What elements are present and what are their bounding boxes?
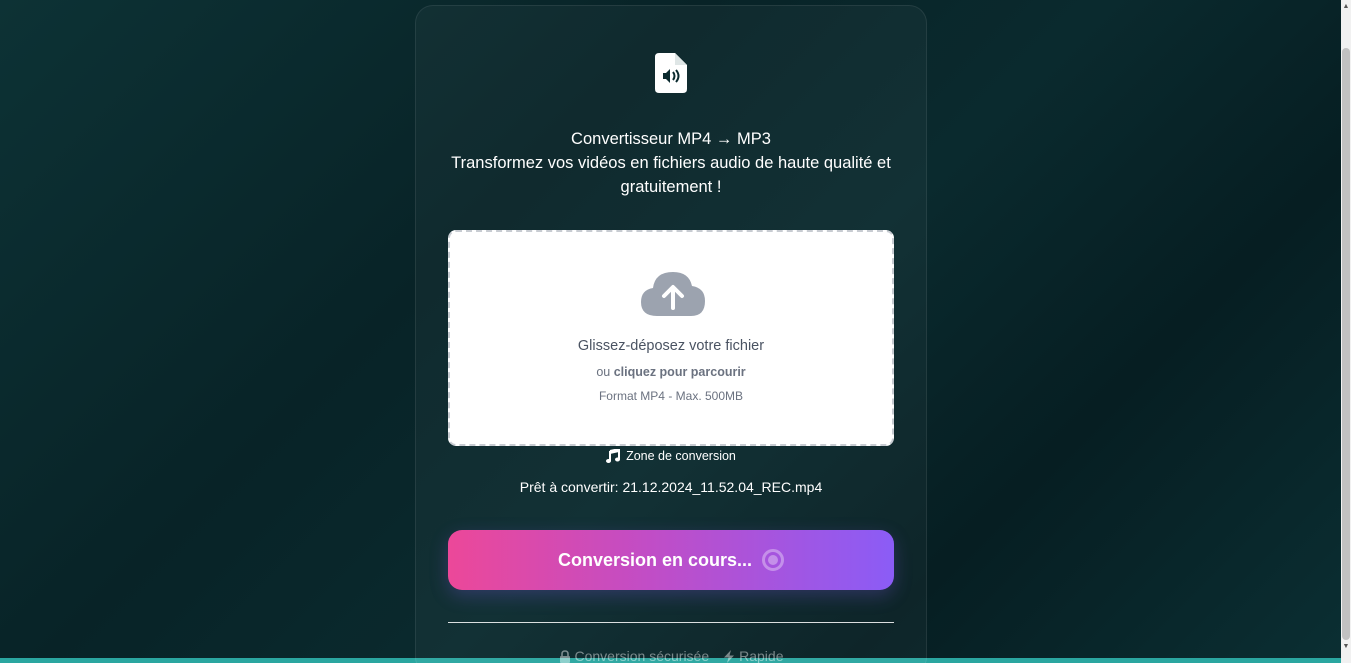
- page-scrollbar[interactable]: ▲ ▼: [1341, 0, 1351, 663]
- bolt-icon: [724, 649, 735, 663]
- convert-button-label: Conversion en cours...: [557, 549, 753, 570]
- subtitle-text: Transformez vos vidéos en fichiers audio…: [451, 154, 891, 196]
- zone-label: Zone de conversion: [416, 449, 926, 463]
- zone-label-text: Zone de conversion: [626, 449, 736, 463]
- lock-icon: [559, 649, 570, 663]
- divider: [448, 622, 894, 623]
- feature-secure: Conversion sécurisée: [559, 648, 710, 663]
- music-note-icon: [606, 449, 621, 463]
- dropzone-or-text: ou: [596, 365, 611, 379]
- features-row: Conversion sécurisée Rapide: [416, 648, 926, 663]
- spinner-icon: [762, 549, 785, 571]
- dropzone-instruction: Glissez-déposez votre fichier: [577, 338, 765, 354]
- scroll-down-arrow-icon[interactable]: ▼: [1342, 643, 1350, 651]
- feature-fast: Rapide: [723, 648, 784, 663]
- file-dropzone[interactable]: Glissez-déposez votre fichier ou cliquez…: [448, 230, 894, 446]
- feature-fast-label: Rapide: [739, 648, 784, 663]
- convert-button[interactable]: Conversion en cours...: [448, 530, 894, 590]
- cloud-upload-icon: [641, 272, 705, 316]
- browse-link[interactable]: cliquez pour parcourir: [614, 365, 746, 379]
- ready-status: Prêt à convertir: 21.12.2024_11.52.04_RE…: [519, 479, 823, 495]
- feature-secure-label: Conversion sécurisée: [574, 648, 710, 663]
- title-text: Convertisseur MP4 → MP3: [571, 130, 771, 148]
- converter-card: Convertisseur MP4 → MP3 Transformez vos …: [415, 5, 927, 663]
- file-audio-icon: [655, 53, 687, 93]
- scrollbar-thumb[interactable]: [1342, 48, 1350, 640]
- page-title: Convertisseur MP4 → MP3 Transformez vos …: [416, 127, 926, 199]
- dropzone-format-hint: Format MP4 - Max. 500MB: [598, 389, 744, 403]
- scroll-up-arrow-icon[interactable]: ▲: [1342, 3, 1350, 11]
- dropzone-browse-line: ou cliquez pour parcourir: [450, 365, 892, 379]
